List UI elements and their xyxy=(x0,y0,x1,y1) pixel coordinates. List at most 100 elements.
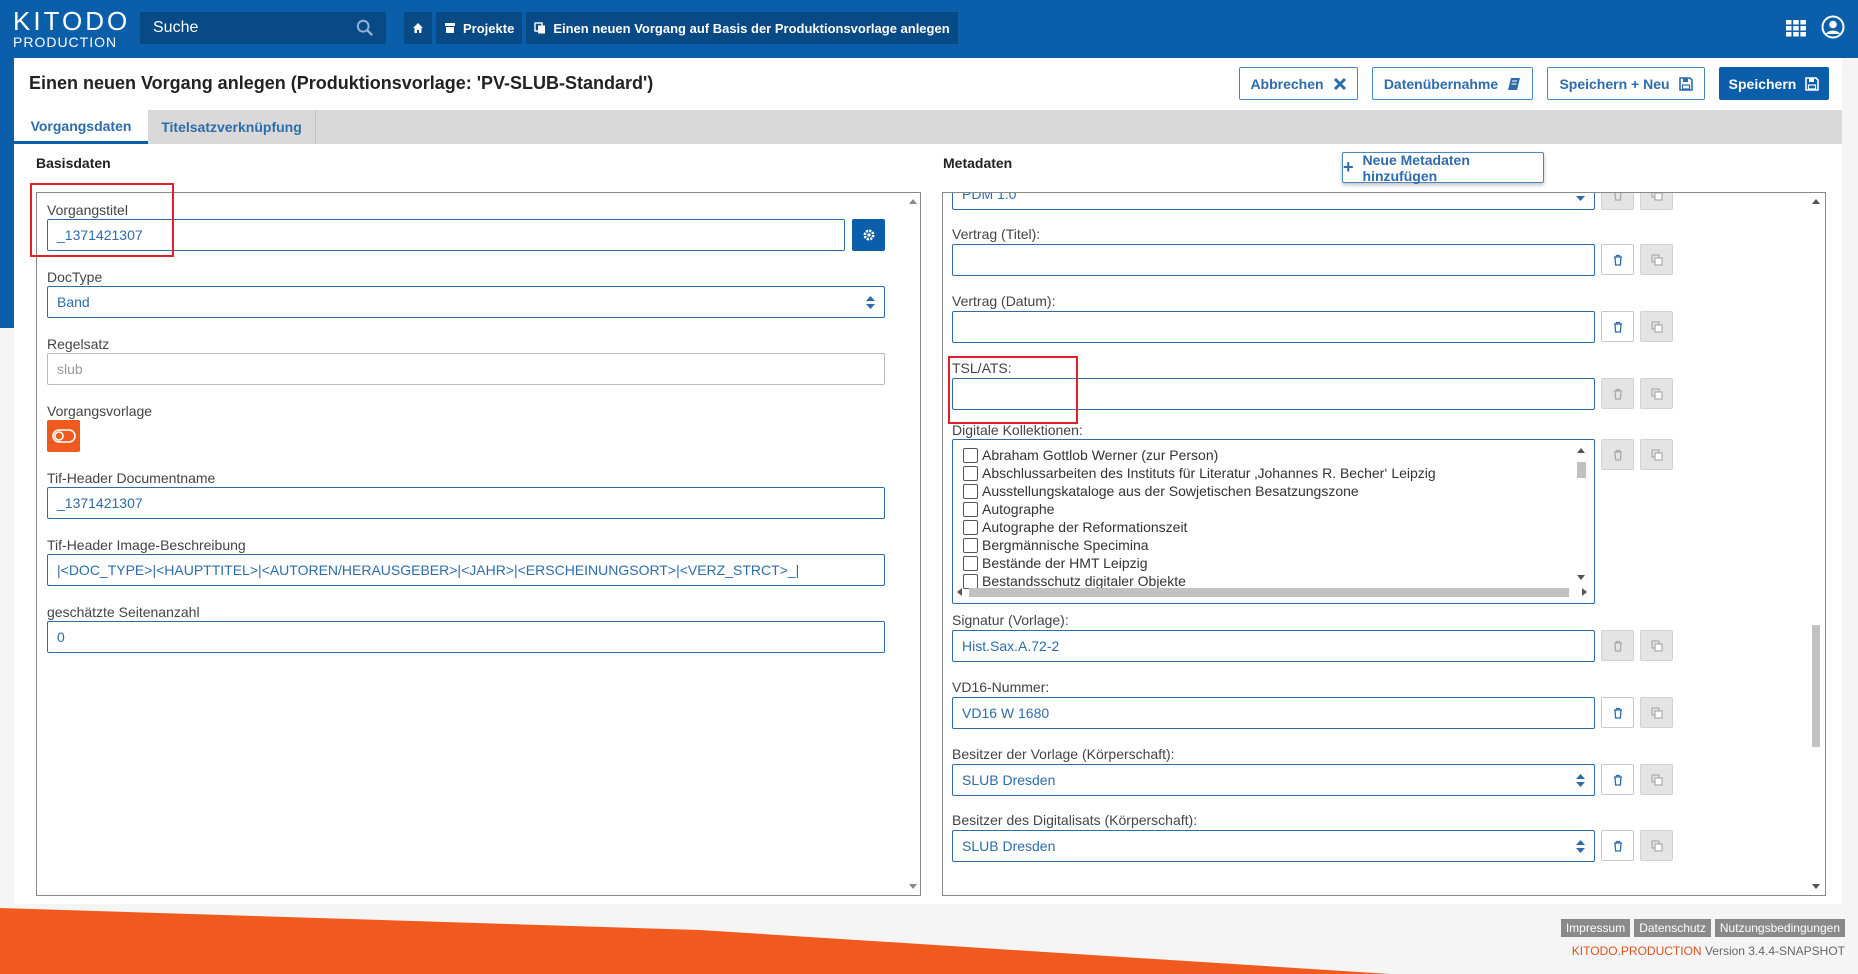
license-delete-button[interactable] xyxy=(1601,193,1634,210)
list-item[interactable]: Autographe der Reformationszeit xyxy=(963,518,1187,536)
scroll-down-arrow[interactable] xyxy=(909,884,917,889)
book-icon xyxy=(1508,77,1521,90)
list-item-label: Bergmännische Specimina xyxy=(982,537,1149,553)
checkbox[interactable] xyxy=(963,555,978,571)
import-button[interactable]: Datenübernahme xyxy=(1372,67,1533,100)
gear-icon xyxy=(863,229,874,241)
vertrag-titel-copy-button[interactable] xyxy=(1640,244,1673,275)
floppy-icon xyxy=(1805,76,1820,91)
save-and-new-button[interactable]: Speichern + Neu xyxy=(1547,67,1705,100)
breadcrumb-projekte[interactable]: Projekte xyxy=(436,12,523,44)
list-item-label: Bestände der HMT Leipzig xyxy=(982,555,1148,571)
vd16-copy-button[interactable] xyxy=(1640,697,1673,728)
save-button[interactable]: Speichern xyxy=(1719,67,1829,100)
search-icon[interactable] xyxy=(356,19,374,37)
list-item[interactable]: Autographe xyxy=(963,500,1054,518)
besitzer-vorlage-delete-button[interactable] xyxy=(1601,764,1634,795)
floppy-icon xyxy=(1678,76,1693,91)
tsl-ats-input[interactable] xyxy=(952,378,1595,410)
besitzer-vorlage-value: SLUB Dresden xyxy=(962,772,1056,788)
trash-icon xyxy=(1613,840,1622,852)
kollektionen-delete-button[interactable] xyxy=(1601,439,1634,470)
brand-logo[interactable]: KITODO PRODUCTION xyxy=(13,8,130,49)
signatur-copy-button[interactable] xyxy=(1640,630,1673,661)
trash-icon xyxy=(1613,640,1622,652)
add-metadata-button[interactable]: + Neue Metadaten hinzufügen xyxy=(1342,152,1544,184)
datenschutz-link[interactable]: Datenschutz xyxy=(1634,919,1711,937)
scroll-thumb[interactable] xyxy=(1812,625,1820,747)
impressum-link[interactable]: Impressum xyxy=(1560,919,1631,937)
doctype-select[interactable]: Band xyxy=(47,286,885,318)
trash-icon xyxy=(1613,774,1622,786)
scroll-down-arrow[interactable] xyxy=(1812,884,1820,889)
right-panel-scrollbar[interactable] xyxy=(1807,193,1825,895)
checkbox[interactable] xyxy=(963,465,978,481)
besitzer-digitalisat-delete-button[interactable] xyxy=(1601,830,1634,861)
vertrag-datum-delete-button[interactable] xyxy=(1601,311,1634,342)
search-input[interactable] xyxy=(140,12,386,44)
list-item[interactable]: Abraham Gottlob Werner (zur Person) xyxy=(963,446,1218,464)
kollektionen-hscrollbar[interactable] xyxy=(957,584,1587,600)
checkbox[interactable] xyxy=(963,519,978,535)
scroll-thumb[interactable] xyxy=(969,588,1569,597)
breadcrumb-home[interactable] xyxy=(404,12,432,44)
signatur-input[interactable]: Hist.Sax.A.72-2 xyxy=(952,630,1595,662)
tsl-ats-copy-button[interactable] xyxy=(1640,378,1673,409)
list-item[interactable]: Ausstellungskataloge aus der Sowjetische… xyxy=(963,482,1359,500)
breadcrumb-current[interactable]: Einen neuen Vorgang auf Basis der Produk… xyxy=(526,12,958,44)
besitzer-digitalisat-select[interactable]: SLUB Dresden xyxy=(952,830,1595,862)
save-and-new-button-label: Speichern + Neu xyxy=(1559,75,1670,92)
projects-icon xyxy=(445,23,455,33)
list-item[interactable]: Bestände der HMT Leipzig xyxy=(963,554,1148,572)
scroll-left-arrow[interactable] xyxy=(957,588,962,596)
besitzer-digitalisat-copy-button[interactable] xyxy=(1640,830,1673,861)
vorgangsvorlage-toggle[interactable] xyxy=(47,420,80,452)
vorgangstitel-input[interactable]: _1371421307 xyxy=(47,219,845,251)
vertrag-titel-delete-button[interactable] xyxy=(1601,244,1634,275)
besitzer-vorlage-copy-button[interactable] xyxy=(1640,764,1673,795)
vd16-delete-button[interactable] xyxy=(1601,697,1634,728)
vertrag-datum-copy-button[interactable] xyxy=(1640,311,1673,342)
kollektionen-list[interactable]: Abraham Gottlob Werner (zur Person) Absc… xyxy=(952,439,1595,604)
list-item[interactable]: Abschlussarbeiten des Instituts für Lite… xyxy=(963,464,1436,482)
cancel-button[interactable]: Abbrechen xyxy=(1239,67,1358,100)
user-account-icon[interactable] xyxy=(1821,14,1845,40)
tif-docname-input[interactable]: _1371421307 xyxy=(47,487,885,519)
list-item[interactable]: Bergmännische Specimina xyxy=(963,536,1149,554)
generate-title-button[interactable] xyxy=(852,219,885,251)
signatur-delete-button[interactable] xyxy=(1601,630,1634,661)
checkbox[interactable] xyxy=(963,483,978,499)
checkbox[interactable] xyxy=(963,447,978,463)
scroll-up-arrow[interactable] xyxy=(1812,199,1820,204)
tif-imgdesc-input[interactable]: |<DOC_TYPE>|<HAUPTTITEL>|<AUTOREN/HERAUS… xyxy=(47,554,885,586)
tsl-ats-delete-button[interactable] xyxy=(1601,378,1634,409)
vertrag-datum-input[interactable] xyxy=(952,311,1595,343)
besitzer-vorlage-select[interactable]: SLUB Dresden xyxy=(952,764,1595,796)
select-arrows-icon xyxy=(1576,840,1585,853)
breadcrumb-current-label: Einen neuen Vorgang auf Basis der Produk… xyxy=(553,20,950,36)
license-copy-button[interactable] xyxy=(1640,193,1673,210)
checkbox[interactable] xyxy=(963,537,978,553)
list-item-label: Abraham Gottlob Werner (zur Person) xyxy=(982,447,1219,463)
checkbox[interactable] xyxy=(963,501,978,517)
apps-grid-icon[interactable] xyxy=(1785,17,1807,39)
search-box xyxy=(140,12,386,44)
seitenanzahl-input[interactable]: 0 xyxy=(47,621,885,653)
left-panel-scrollbar[interactable] xyxy=(905,193,921,895)
scroll-right-arrow[interactable] xyxy=(1582,588,1587,596)
license-select[interactable]: PDM 1.0 xyxy=(952,193,1595,210)
vd16-input[interactable]: VD16 W 1680 xyxy=(952,697,1595,729)
trash-icon xyxy=(1613,193,1622,201)
tab-titelsatzverknuepfung[interactable]: Titelsatzverknüpfung xyxy=(148,110,316,144)
scroll-up-arrow[interactable] xyxy=(909,199,917,204)
scroll-thumb[interactable] xyxy=(1577,462,1586,478)
left-stripe xyxy=(0,58,14,328)
scroll-down-arrow[interactable] xyxy=(1577,575,1585,580)
vertrag-titel-input[interactable] xyxy=(952,244,1595,276)
kollektionen-vscrollbar[interactable] xyxy=(1573,444,1589,584)
kollektionen-copy-button[interactable] xyxy=(1640,439,1673,470)
scroll-up-arrow[interactable] xyxy=(1577,448,1585,453)
nutzungsbedingungen-link[interactable]: Nutzungsbedingungen xyxy=(1714,919,1845,937)
tab-vorgangsdaten[interactable]: Vorgangsdaten xyxy=(14,110,148,144)
main-card: Einen neuen Vorgang anlegen (Produktions… xyxy=(14,58,1842,904)
